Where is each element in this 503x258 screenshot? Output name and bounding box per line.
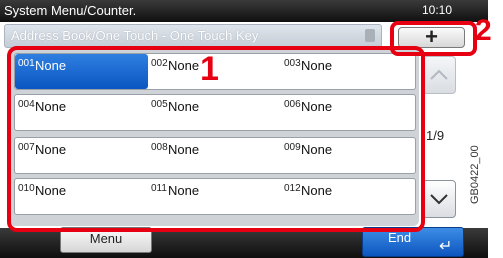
chevron-down-icon <box>430 194 448 205</box>
scroll-down-button[interactable] <box>422 180 456 218</box>
callout-number-2: 2 <box>475 14 492 47</box>
top-status-bar: System Menu/Counter. 10:10 <box>0 0 488 22</box>
callout-highlight-add <box>390 21 477 56</box>
page-indicator: 1/9 <box>426 128 445 143</box>
enter-arrow-icon: ↵ <box>439 238 453 255</box>
breadcrumb: Address Book/One Touch - One Touch Key <box>4 24 382 48</box>
end-button-label: End <box>388 230 412 245</box>
chevron-up-icon <box>430 69 448 80</box>
callout-number-1: 1 <box>200 50 219 88</box>
clock: 10:10 <box>422 3 453 17</box>
screen-title: System Menu/Counter. <box>4 3 137 18</box>
lock-icon <box>365 29 375 42</box>
breadcrumb-text: Address Book/One Touch - One Touch Key <box>11 28 259 43</box>
scroll-up-button[interactable] <box>422 56 456 94</box>
figure-code: GB0422_00 <box>469 145 481 204</box>
